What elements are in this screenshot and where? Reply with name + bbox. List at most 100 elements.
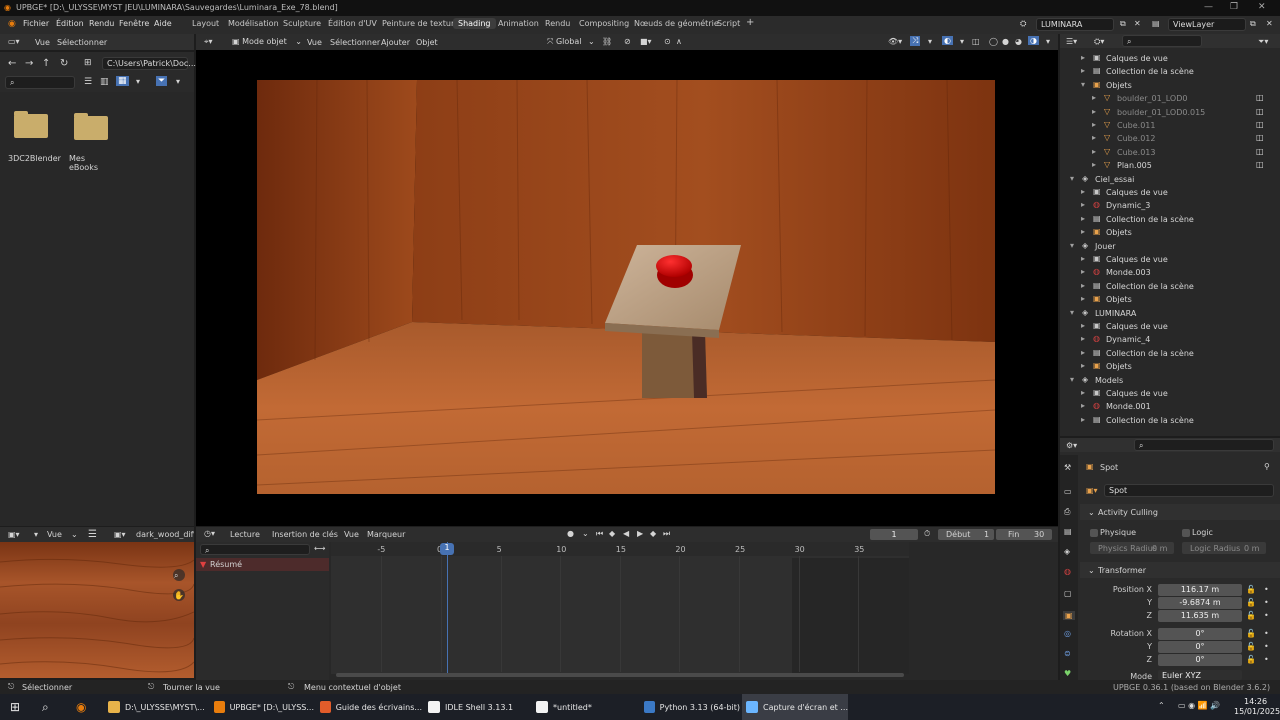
transform-panel[interactable]: ⌄ Transformer	[1080, 562, 1280, 578]
fb-menu-vue[interactable]: Vue	[35, 38, 50, 47]
position-y-field[interactable]: -9.6874 m	[1158, 597, 1242, 609]
editor-type-icon[interactable]: ▣▾	[8, 530, 20, 539]
menu-fichier[interactable]: Fichier	[23, 19, 49, 28]
keyframe-icon[interactable]: •	[1264, 642, 1269, 651]
render-visibility-icon[interactable]: ◫	[1256, 93, 1264, 102]
camera-render-view[interactable]	[257, 80, 995, 494]
vertical-list-icon[interactable]: ☰	[84, 77, 92, 87]
pan-hand-icon[interactable]: ✋	[174, 590, 184, 600]
prev-keyframe-icon[interactable]: ◆	[609, 529, 615, 538]
expand-right-icon[interactable]: ▸	[1081, 267, 1085, 276]
filter-icon[interactable]: ⏷	[156, 76, 168, 86]
rendered-shading-icon[interactable]: ◑	[1028, 36, 1039, 45]
taskbar-item[interactable]: Python 3.13 (64-bit)	[640, 694, 740, 720]
menu-aide[interactable]: Aide	[154, 19, 172, 28]
output-tab-icon[interactable]: ⎙	[1064, 507, 1070, 517]
outliner-row[interactable]: ▾ ◈ Ciel_essai	[1060, 173, 1280, 186]
overlays-icon[interactable]: ◐	[942, 36, 953, 45]
timer-icon[interactable]: ⏱	[924, 529, 930, 539]
blender-taskbar-icon[interactable]: ◉	[76, 700, 86, 714]
expand-right-icon[interactable]: ▸	[1081, 200, 1085, 209]
view-mode-icon[interactable]: ▾	[34, 530, 38, 539]
outliner-row[interactable]: ▸ ▣ Calques de vue	[1060, 320, 1280, 333]
expand-right-icon[interactable]: ▸	[1092, 120, 1096, 129]
tl-menu-insertion-cles[interactable]: Insertion de clés	[272, 530, 338, 539]
taskbar-item[interactable]: D:\_ULYSSE\MYST\...	[104, 694, 208, 720]
render-visibility-icon[interactable]: ◫	[1256, 133, 1264, 142]
folder-item[interactable]: 3DC2Blender	[8, 111, 61, 164]
pivot-icon[interactable]: ⛓	[602, 37, 612, 46]
timeline-scrollbar[interactable]	[336, 673, 904, 677]
snap-target-icon[interactable]: ■▾	[640, 37, 652, 46]
outliner-row[interactable]: ▸ ▣ Calques de vue	[1060, 387, 1280, 400]
view-layer-icon[interactable]: ▤	[1152, 19, 1160, 28]
outliner-row[interactable]: ▸ ▽ Plan.005 ◫	[1060, 159, 1280, 172]
outliner-row[interactable]: ▸ ▽ Cube.012 ◫	[1060, 132, 1280, 145]
end-frame-field[interactable]: Fin 30	[996, 529, 1052, 540]
physique-checkbox[interactable]	[1090, 529, 1098, 537]
keyframe-icon[interactable]: •	[1264, 655, 1269, 664]
tab-edition-uv[interactable]: Édition d'UV	[328, 19, 377, 28]
display-settings-icon[interactable]: ▾	[136, 77, 140, 86]
object-name-field[interactable]: Spot	[1104, 484, 1274, 497]
outliner-row[interactable]: ▸ ◍ Monde.003	[1060, 266, 1280, 279]
position-x-field[interactable]: 116.17 m	[1158, 584, 1242, 596]
outliner-row[interactable]: ▾ ◈ LUMINARA	[1060, 307, 1280, 320]
object-tab-icon[interactable]: ▣	[1063, 611, 1075, 620]
tab-modelisation[interactable]: Modélisation	[228, 19, 279, 28]
keyframe-icon[interactable]: •	[1264, 629, 1269, 638]
logic-radius-field[interactable]: Logic Radius 0 m	[1182, 542, 1266, 554]
minimize-icon[interactable]: —	[1204, 2, 1213, 12]
mode-dropdown[interactable]: ▣ Mode objet ⌄	[228, 36, 306, 49]
expand-down-icon[interactable]: ▾	[1070, 174, 1074, 183]
expand-down-icon[interactable]: ▾	[1070, 241, 1074, 250]
summary-row[interactable]: ▼ Résumé	[196, 558, 329, 571]
physics-tab-icon[interactable]: ◎	[1064, 629, 1071, 638]
tl-menu-lecture[interactable]: Lecture	[230, 530, 260, 539]
expand-right-icon[interactable]: ▸	[1081, 321, 1085, 330]
add-workspace-button[interactable]: +	[746, 17, 754, 28]
swap-icon[interactable]: ⟷	[314, 544, 325, 553]
expand-right-icon[interactable]: ▸	[1092, 160, 1096, 169]
next-keyframe-icon[interactable]: ◆	[650, 529, 656, 538]
path-field[interactable]: C:\Users\Patrick\Doc...	[102, 57, 196, 70]
editor-type-icon[interactable]: ⚙▾	[1066, 441, 1077, 450]
xray-icon[interactable]: ◫	[972, 37, 980, 46]
play-reverse-icon[interactable]: ◀	[623, 529, 629, 538]
record-icon[interactable]: ●	[567, 529, 574, 538]
expand-right-icon[interactable]: ▸	[1081, 401, 1085, 410]
rotation-z-field[interactable]: 0°	[1158, 654, 1242, 666]
playhead-handle[interactable]: 1	[440, 543, 454, 555]
outliner-row[interactable]: ▸ ▣ Calques de vue	[1060, 186, 1280, 199]
expand-right-icon[interactable]: ▸	[1081, 388, 1085, 397]
taskbar-item[interactable]: Capture d'écran et ...	[742, 694, 848, 720]
editor-type-icon[interactable]: ◷▾	[204, 529, 215, 538]
view-layer-field[interactable]: ViewLayer	[1168, 18, 1246, 31]
render-tab-icon[interactable]: ▭	[1064, 487, 1072, 496]
outliner-row[interactable]: ▸ ▣ Objets	[1060, 293, 1280, 306]
expand-right-icon[interactable]: ▸	[1081, 334, 1085, 343]
fb-search-input[interactable]: ⌕	[5, 76, 75, 89]
material-shading-icon[interactable]: ◕	[1015, 37, 1022, 46]
expand-right-icon[interactable]: ▸	[1092, 147, 1096, 156]
lock-icon[interactable]: 🔓	[1246, 598, 1256, 607]
activity-culling-panel[interactable]: ⌄ Activity Culling	[1080, 504, 1280, 520]
new-folder-icon[interactable]: ⊞	[84, 58, 92, 68]
tray-arrow-icon[interactable]: ⌃	[1158, 701, 1165, 710]
red-button[interactable]	[656, 255, 692, 277]
taskbar-item[interactable]: Guide des écrivains...	[316, 694, 422, 720]
keyframe-icon[interactable]: •	[1264, 585, 1269, 594]
channel-search-input[interactable]: ⌕	[200, 544, 310, 555]
lock-icon[interactable]: 🔓	[1246, 629, 1256, 638]
outliner-row[interactable]: ▸ ◍ Dynamic_4	[1060, 333, 1280, 346]
keying-icon[interactable]: ⌄	[582, 529, 589, 538]
expand-right-icon[interactable]: ▸	[1081, 53, 1085, 62]
render-visibility-icon[interactable]: ◫	[1256, 147, 1264, 156]
blender-logo-icon[interactable]: ◉	[8, 19, 16, 29]
scene-icon[interactable]: ⛭	[1020, 19, 1026, 29]
lock-icon[interactable]: 🔓	[1246, 655, 1256, 664]
expand-right-icon[interactable]: ▸	[1081, 254, 1085, 263]
scene-tab-icon[interactable]: ◈	[1064, 547, 1070, 556]
back-icon[interactable]: ←	[8, 58, 16, 69]
outliner-row[interactable]: ▾ ◈ Models	[1060, 374, 1280, 387]
